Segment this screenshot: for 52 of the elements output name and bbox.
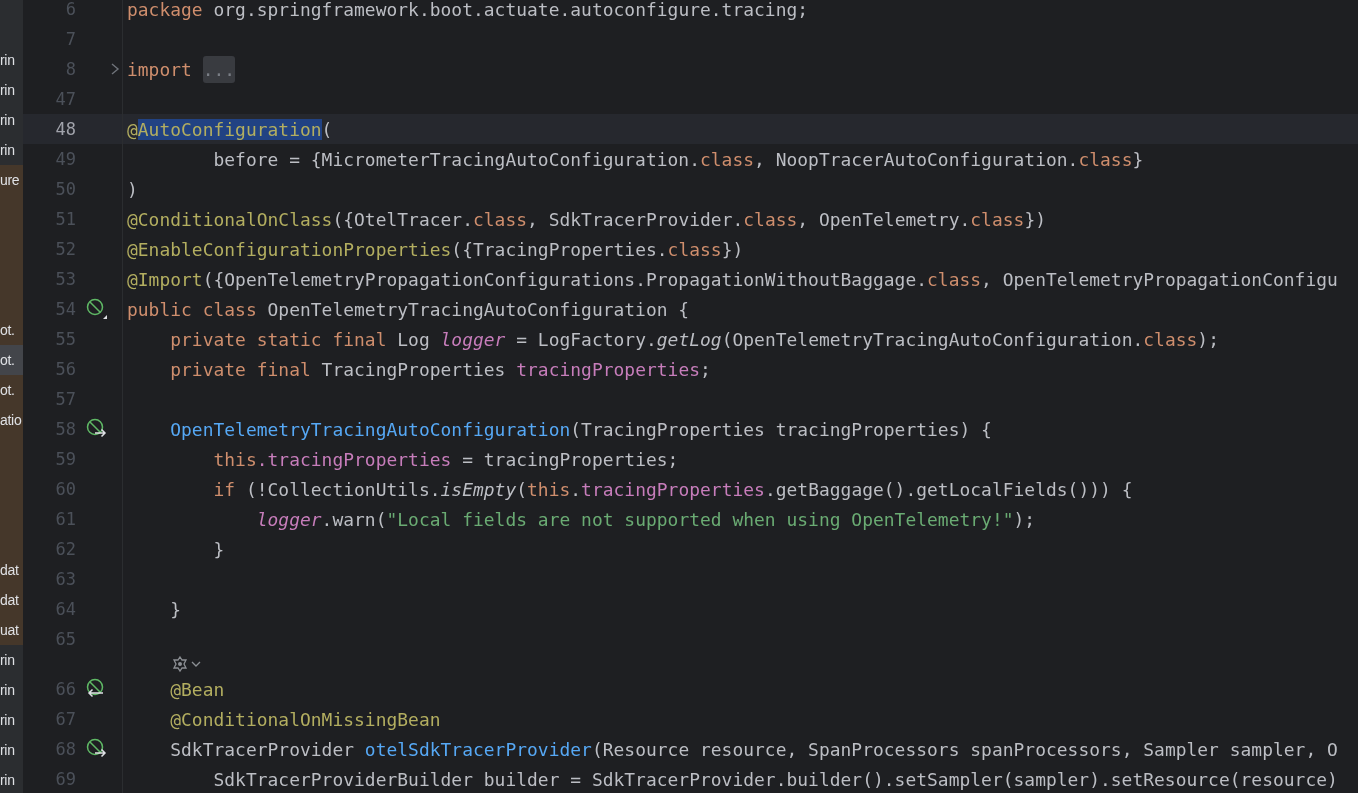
code-line: public class OpenTelemetryTracingAutoConfiguration { bbox=[126, 298, 690, 320]
code-line: ) bbox=[126, 178, 138, 200]
tree-item-label[interactable]: rin bbox=[0, 712, 15, 728]
code-line: private static final Log logger = LogFactory.getLog(OpenTelemetryTracingAutoConfiguration.class); bbox=[169, 328, 1219, 350]
tree-item-label[interactable]: ot. bbox=[0, 382, 15, 398]
code-line: SdkTracerProviderBuilder builder = SdkTracerProvider.builder().setSampler(sampler).setResource(resource) bbox=[212, 768, 1338, 790]
code-line: logger.warn("Local fields are not supported when using OpenTelemetry!"); bbox=[255, 508, 1036, 530]
code-line: package org.springframework.boot.actuate.autoconfigure.tracing; bbox=[126, 0, 809, 20]
code-line: @Import({OpenTelemetryPropagationConfigurations.PropagationWithoutBaggage.class, OpenTelemetryPropagationConfigu bbox=[126, 268, 1338, 290]
code-line: @ConditionalOnClass({OtelTracer.class, SdkTracerProvider.class, OpenTelemetry.class}) bbox=[126, 208, 1046, 230]
tree-item-label[interactable]: dat bbox=[0, 562, 19, 578]
tree-item-label[interactable]: rin bbox=[0, 652, 15, 668]
tree-item-label[interactable]: uat bbox=[0, 622, 19, 638]
selected-row[interactable]: ot. bbox=[0, 345, 23, 375]
tree-item-label[interactable]: dat bbox=[0, 592, 19, 608]
code-line: SdkTracerProvider otelSdkTracerProvider(Resource resource, SpanProcessors spanProcessors, Sampler sampler, O bbox=[169, 738, 1338, 760]
code-line: OpenTelemetryTracingAutoConfiguration(TracingProperties tracingProperties) { bbox=[169, 418, 992, 440]
code-line: this.tracingProperties = tracingProperties; bbox=[212, 448, 679, 470]
tree-item-label[interactable]: ure bbox=[0, 172, 20, 188]
highlighted-row[interactable]: uat bbox=[0, 615, 23, 645]
highlighted-row[interactable]: ot. bbox=[0, 315, 23, 345]
code-line: if (!CollectionUtils.isEmpty(this.tracingProperties.getBaggage().getLocalFields())) { bbox=[212, 478, 1133, 500]
tree-item-label[interactable]: atio bbox=[0, 412, 22, 428]
code-line: private final TracingProperties tracingProperties; bbox=[169, 358, 711, 380]
highlighted-row[interactable]: ot. bbox=[0, 375, 23, 405]
tree-item-label[interactable]: rin bbox=[0, 112, 15, 128]
code-line: @ConditionalOnMissingBean bbox=[169, 708, 441, 730]
code-line: import ... bbox=[123, 58, 236, 80]
slashed-circle-icon[interactable] bbox=[86, 298, 108, 320]
gear-icon[interactable] bbox=[171, 655, 189, 673]
tree-item-label[interactable]: rin bbox=[0, 142, 15, 158]
highlighted-row[interactable]: dat bbox=[0, 585, 23, 615]
tree-item-label[interactable]: rin bbox=[0, 772, 15, 788]
tree-item-label[interactable]: ot. bbox=[0, 322, 15, 338]
highlighted-row[interactable]: dat bbox=[0, 555, 23, 585]
caret-icon[interactable] bbox=[191, 660, 201, 668]
tree-item-label[interactable]: rin bbox=[0, 82, 15, 98]
tree-item-label[interactable]: rin bbox=[0, 742, 15, 758]
chevron-icon[interactable] bbox=[110, 62, 120, 76]
code-line: @Bean bbox=[169, 678, 225, 700]
highlighted-row[interactable]: atio bbox=[0, 405, 23, 435]
line-number: 48 bbox=[54, 119, 76, 139]
slashed-circle-arrow-icon[interactable] bbox=[86, 418, 108, 440]
tree-item-label[interactable]: rin bbox=[0, 682, 15, 698]
slashed-circle-arrow-icon[interactable] bbox=[86, 738, 108, 760]
code-line: @EnableConfigurationProperties({TracingProperties.class}) bbox=[126, 238, 744, 260]
tree-item-label[interactable]: rin bbox=[0, 52, 15, 68]
code-line: } bbox=[169, 598, 182, 620]
code-line: before = {MicrometerTracingAutoConfiguration.class, NoopTracerAutoConfiguration.class} bbox=[212, 148, 1144, 170]
tree-item-label[interactable]: ot. bbox=[0, 352, 15, 368]
code-line: } bbox=[212, 538, 225, 560]
highlighted-row[interactable]: ure bbox=[0, 165, 23, 195]
